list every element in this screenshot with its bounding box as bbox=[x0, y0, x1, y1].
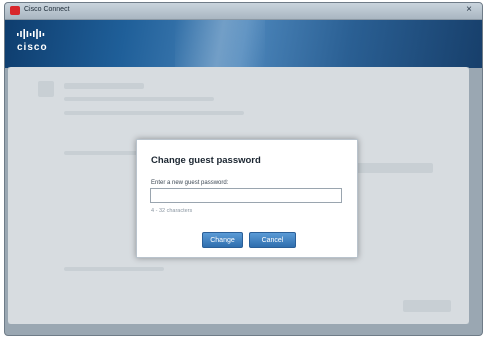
dialog-title: Change guest password bbox=[151, 155, 261, 166]
window-title: Cisco Connect bbox=[24, 6, 70, 13]
change-guest-password-dialog: Change guest password Enter a new guest … bbox=[136, 139, 358, 258]
password-label: Enter a new guest password: bbox=[151, 180, 229, 186]
cisco-logo-icon bbox=[17, 29, 45, 39]
title-bar[interactable]: Cisco Connect × bbox=[5, 3, 482, 20]
cancel-button[interactable]: Cancel bbox=[249, 232, 296, 248]
header-light-streak bbox=[175, 20, 265, 68]
app-header: cisco bbox=[5, 20, 482, 68]
guest-password-input[interactable] bbox=[150, 188, 342, 203]
cisco-wordmark: cisco bbox=[17, 42, 48, 53]
cisco-app-icon bbox=[10, 6, 20, 15]
password-length-hint: 4 - 32 characters bbox=[151, 208, 193, 214]
close-button[interactable]: × bbox=[462, 4, 476, 16]
change-button[interactable]: Change bbox=[202, 232, 243, 248]
